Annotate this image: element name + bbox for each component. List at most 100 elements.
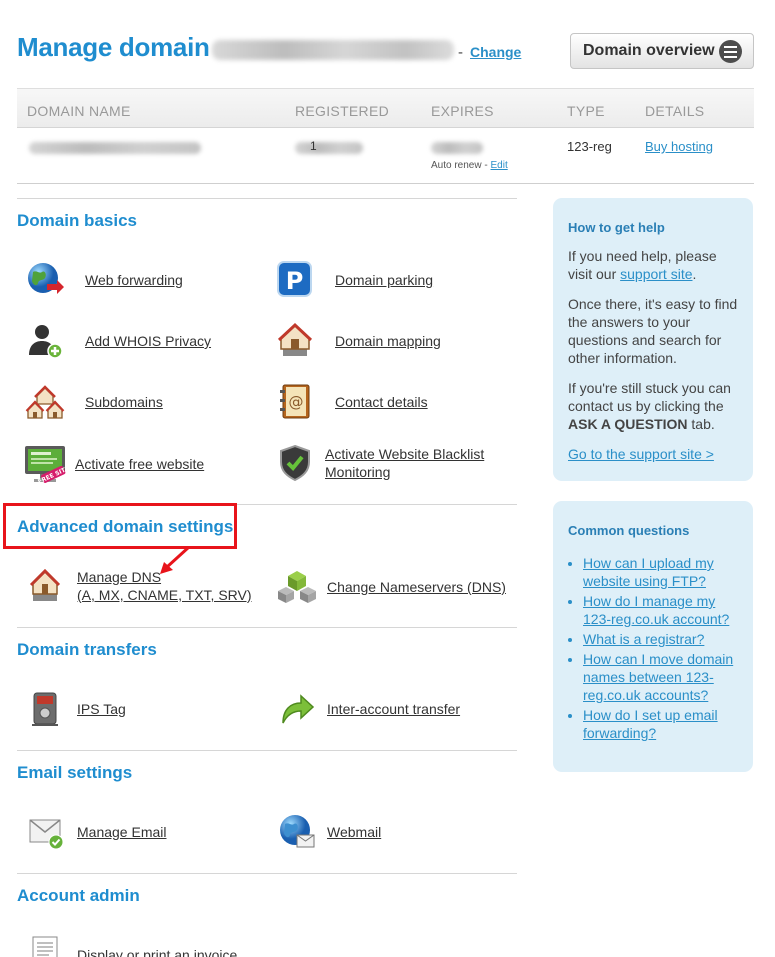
registered-date-redacted <box>295 142 363 154</box>
domain-table-header: DOMAIN NAME REGISTERED EXPIRES TYPE DETA… <box>17 88 754 128</box>
help-panel-title: How to get help <box>568 220 665 235</box>
list-item: How can I upload my website using FTP? <box>583 554 738 590</box>
question-link[interactable]: How do I set up email forwarding? <box>583 707 718 741</box>
list-item: How can I move domain names between 123-… <box>583 650 738 704</box>
support-site-link[interactable]: support site <box>620 266 692 282</box>
envelope-check-icon <box>27 812 67 852</box>
globe-mail-icon <box>277 812 317 852</box>
help-paragraph-3: If you're still stuck you can contact us… <box>568 379 738 433</box>
shield-check-icon <box>275 443 315 483</box>
list-item: How do I set up email forwarding? <box>583 706 738 742</box>
svg-text:P: P <box>286 267 304 295</box>
subdomains-item[interactable]: Subdomains <box>25 382 163 422</box>
table-row: 1 Auto renew - Edit 123-reg Buy hosting <box>17 128 754 184</box>
svg-text:@: @ <box>289 393 304 411</box>
questions-panel-title: Common questions <box>568 523 690 538</box>
divider <box>17 750 517 751</box>
manage-email-link: Manage Email <box>77 824 167 840</box>
free-site-monitor-icon: FREE SITE <box>23 442 70 486</box>
invoice-link: Display or print an invoice <box>77 947 238 957</box>
help-paragraph-1: If you need help, please visit our suppo… <box>568 247 738 283</box>
col-expires: EXPIRES <box>431 103 494 119</box>
parking-sign-icon: P <box>275 260 315 300</box>
domain-overview-label: Domain overview <box>583 42 715 59</box>
list-item: How do I manage my 123-reg.co.uk account… <box>583 592 738 628</box>
manage-dns-line1: Manage DNS <box>77 569 162 585</box>
auto-renew-edit-link[interactable]: Edit <box>490 160 507 171</box>
curved-arrow-icon <box>275 689 315 729</box>
auto-renew-status: Auto renew - Edit <box>431 160 508 171</box>
ips-tag-item[interactable]: IPS Tag <box>25 689 126 729</box>
list-item: What is a registrar? <box>583 630 738 648</box>
web-forwarding-item[interactable]: Web forwarding <box>25 260 183 300</box>
highlight-annotation-box <box>3 503 237 549</box>
domain-name-cell-redacted <box>29 142 201 154</box>
blacklist-line1: Activate Website Blacklist <box>325 446 485 462</box>
whois-privacy-item[interactable]: Add WHOIS Privacy <box>25 321 211 361</box>
change-nameservers-item[interactable]: Change Nameservers (DNS) <box>277 567 506 607</box>
registered-partial: 1 <box>310 139 317 153</box>
go-to-support-link[interactable]: Go to the support site > <box>568 446 714 462</box>
webmail-link: Webmail <box>327 824 382 840</box>
domain-overview-button[interactable]: Domain overview <box>570 33 754 69</box>
house-dns-icon <box>25 566 65 606</box>
webmail-item[interactable]: Webmail <box>277 812 381 852</box>
section-email-title: Email settings <box>17 763 133 782</box>
section-domain-basics-title: Domain basics <box>17 211 137 230</box>
manage-dns-link: Manage DNS (A, MX, CNAME, TXT, SRV) <box>77 568 252 604</box>
question-link[interactable]: How can I move domain names between 123-… <box>583 651 733 703</box>
question-link[interactable]: How can I upload my website using FTP? <box>583 555 714 589</box>
help-paragraph-2: Once there, it's easy to find the answer… <box>568 296 738 366</box>
domain-parking-link: Domain parking <box>335 272 434 288</box>
contact-details-link: Contact details <box>335 394 428 410</box>
whois-privacy-link: Add WHOIS Privacy <box>85 333 212 349</box>
questions-list: How can I upload my website using FTP? H… <box>568 554 738 742</box>
subdomains-link: Subdomains <box>85 394 163 410</box>
houses-icon <box>25 382 65 422</box>
domain-mapping-item[interactable]: Domain mapping <box>275 321 441 361</box>
document-icon <box>27 935 67 957</box>
domain-table: DOMAIN NAME REGISTERED EXPIRES TYPE DETA… <box>17 88 754 184</box>
house-map-icon <box>275 321 315 361</box>
change-nameservers-link: Change Nameservers (DNS) <box>327 579 506 595</box>
divider <box>17 873 517 874</box>
free-website-item[interactable]: FREE SITE Activate free website <box>23 442 204 486</box>
manage-dns-item[interactable]: Manage DNS (A, MX, CNAME, TXT, SRV) <box>25 566 252 606</box>
blacklist-monitoring-link: Activate Website Blacklist Monitoring <box>325 445 484 481</box>
domain-parking-item[interactable]: P Domain parking <box>275 260 433 300</box>
menu-icon <box>719 40 742 63</box>
title-separator: - <box>458 44 463 61</box>
section-account-title: Account admin <box>17 886 140 905</box>
col-details: DETAILS <box>645 103 705 119</box>
web-forwarding-link: Web forwarding <box>85 272 183 288</box>
page-title: Manage domain <box>17 32 210 62</box>
network-cubes-icon <box>277 567 317 607</box>
buy-hosting-link[interactable]: Buy hosting <box>645 139 713 154</box>
help-p3-text: If you're still stuck you can contact us… <box>568 380 731 414</box>
user-add-icon <box>25 321 65 361</box>
domain-mapping-link: Domain mapping <box>335 333 441 349</box>
divider <box>17 627 517 628</box>
contact-details-item[interactable]: @ Contact details <box>275 382 428 422</box>
free-website-link: Activate free website <box>75 456 205 472</box>
question-link[interactable]: What is a registrar? <box>583 631 704 647</box>
manage-dns-line2: (A, MX, CNAME, TXT, SRV) <box>77 587 252 603</box>
blacklist-monitoring-item[interactable]: Activate Website Blacklist Monitoring <box>275 443 484 483</box>
inter-account-transfer-item[interactable]: Inter-account transfer <box>275 689 460 729</box>
auto-renew-label: Auto renew - <box>431 160 491 171</box>
col-registered: REGISTERED <box>295 103 390 119</box>
help-panel: How to get help If you need help, please… <box>553 198 753 481</box>
domain-name-redacted <box>212 40 454 60</box>
question-link[interactable]: How do I manage my 123-reg.co.uk account… <box>583 593 729 627</box>
type-cell: 123-reg <box>567 139 612 154</box>
section-transfers-title: Domain transfers <box>17 640 157 659</box>
help-p3-end: tab. <box>687 416 715 432</box>
questions-panel: Common questions How can I upload my web… <box>553 501 753 772</box>
inter-account-transfer-link: Inter-account transfer <box>327 701 461 717</box>
invoice-item[interactable]: Display or print an invoice <box>27 935 237 957</box>
address-book-icon: @ <box>275 382 315 422</box>
col-domain-name: DOMAIN NAME <box>27 103 131 119</box>
manage-email-item[interactable]: Manage Email <box>27 812 167 852</box>
blacklist-line2: Monitoring <box>325 464 391 480</box>
change-domain-link[interactable]: Change <box>470 44 521 60</box>
